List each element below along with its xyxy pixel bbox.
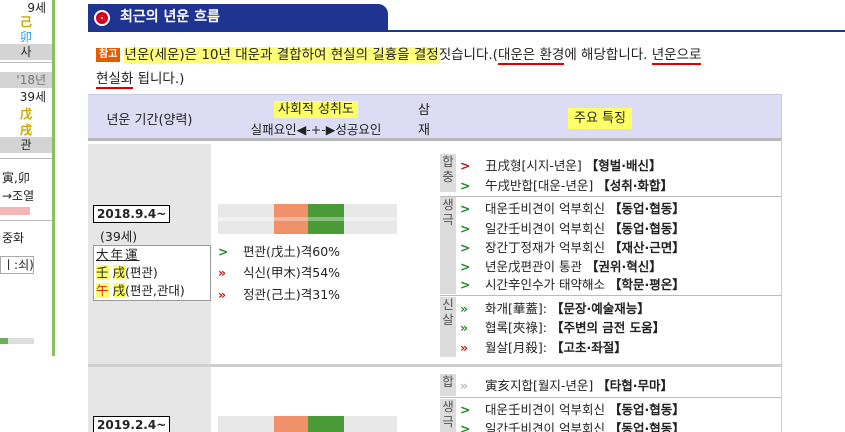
feature-item: > 년운戊편관이 통관 【권위·혁신】: [460, 257, 662, 277]
chevron-right-icon: >: [460, 240, 470, 255]
note-underline: 대운은 환경: [497, 47, 565, 65]
chevron-right-icon: >: [460, 158, 470, 173]
feature-item: » 협록[夾祿]: 【주변의 금전 도움】: [460, 318, 665, 338]
sidebar-bar: [0, 338, 34, 344]
sidebar-text: ㅣ:쇠): [0, 256, 34, 274]
chevron-right-icon: >: [460, 421, 470, 432]
sidebar-text: →조열: [2, 189, 35, 203]
ganji-box: 大年運 壬 戌(편관) 午 戌(편관,관대): [93, 245, 211, 301]
sidebar-divider: [0, 158, 52, 159]
sidebar-text: 寅,卯: [2, 171, 30, 185]
chevron-right-icon: >: [460, 402, 470, 417]
table-border: [781, 94, 782, 432]
col-samjae: 삼: [418, 103, 430, 118]
chevron-right-icon: >: [460, 201, 470, 216]
section-title: 최근의 년운 흐름: [120, 9, 220, 25]
group-label-hap: 합: [440, 374, 456, 396]
score-item: » 식신(甲木)격54%: [218, 263, 340, 283]
chevron-right-icon: >: [460, 277, 470, 292]
sidebar-bar: [0, 207, 30, 215]
period-date[interactable]: 2019.2.4~: [93, 416, 171, 432]
col-achieve-sub: 실패요인◀-+-▶성공요인: [250, 122, 382, 137]
sidebar-year: '18년: [0, 72, 52, 88]
double-chevron-icon: »: [460, 301, 468, 316]
feature-item: » 월살[月殺]: 【고초·좌절】: [460, 338, 627, 358]
sidebar-label: 사: [0, 44, 52, 60]
feature-item: » 화개[華蓋]: 【문장·예술재능】: [460, 299, 650, 319]
double-chevron-icon: »: [460, 320, 468, 335]
feature-item: » 寅亥지합[월지-년운] 【타협·무마】: [460, 376, 673, 396]
col-features: 주요 특징: [568, 107, 632, 129]
section-header: 최근의 년운 흐름: [88, 4, 388, 31]
sidebar-branch: 卯: [19, 30, 32, 44]
note-text: 됩니다.): [133, 71, 185, 87]
period-age: (39세): [100, 229, 138, 244]
col-achieve: 사회적 성취도: [211, 98, 421, 118]
sidebar-stem: 己: [19, 15, 32, 29]
sidebar-divider: [0, 220, 52, 221]
chevron-right-icon: >: [218, 244, 228, 259]
note-underline: 년운으로: [651, 47, 702, 65]
feature-item: > 午戌반합[대운-년운] 【성취·화합】: [460, 176, 673, 196]
sidebar-branch-2: 戌: [19, 123, 32, 137]
ganji-title: 大年運: [96, 247, 140, 262]
score-item: » 정관(己土)격31%: [218, 285, 340, 305]
double-chevron-icon: »: [460, 378, 468, 393]
note-highlight: 년운(세운)은 10년 대운과 결합하여 현실의 길흉을 결정: [124, 47, 439, 63]
sidebar-label-2: 관: [0, 137, 52, 153]
group-separator: [440, 295, 781, 296]
sidebar-divider: [0, 62, 52, 63]
ganji-line: 午 戌(편관,관대): [96, 283, 185, 298]
feature-item: > 대운壬비견이 억부회신 【동업·협동】: [460, 199, 685, 219]
feature-item: > 장간丁정재가 억부회신 【재산·근면】: [460, 238, 685, 258]
feature-item: > 일간壬비견이 억부회신 【동업·협동】: [460, 219, 685, 239]
feature-item: > 일간壬비견이 억부회신 【동업·협동】: [460, 419, 685, 432]
double-chevron-icon: »: [218, 287, 226, 302]
target-icon: [94, 10, 110, 26]
sidebar-text: 중화: [2, 231, 25, 245]
header-rule: [88, 30, 845, 32]
sidebar-panel: 9세 己 卯 사 '18년 39세 戊 戌 관 寅,卯 →조열 중화 ㅣ:쇠): [0, 0, 55, 356]
col-samjae: 재: [418, 123, 430, 138]
group-label-sinsal: 신살: [440, 297, 456, 357]
chevron-right-icon: >: [460, 221, 470, 236]
main-content: 최근의 년운 흐름 참고 년운(세운)은 10년 대운과 결합하여 현실의 길흉을…: [88, 0, 845, 432]
score-item: > 편관(戊土)격60%: [218, 242, 340, 262]
ganji-line: 壬 戌(편관): [96, 265, 158, 280]
group-label-saenggeuk: 생극: [440, 399, 456, 432]
group-separator: [440, 397, 781, 398]
achievement-bar: [218, 204, 397, 234]
double-chevron-icon: »: [218, 265, 226, 280]
note-text: 짓습니다.(: [438, 47, 498, 63]
sidebar-age-2: 39세: [19, 90, 46, 104]
group-label-saenggeuk: 생극: [440, 197, 456, 294]
achievement-bar: [218, 416, 397, 432]
chevron-right-icon: >: [460, 259, 470, 274]
note-tag: 참고: [96, 48, 121, 62]
col-period: 년운 기간(양력): [106, 113, 193, 128]
group-label-hapchung: 합충: [440, 154, 456, 192]
chevron-right-icon: >: [460, 178, 470, 193]
note-underline: 현실화: [96, 71, 134, 89]
sidebar-stem-2: 戊: [19, 107, 32, 121]
group-separator: [440, 196, 781, 197]
table-header: 년운 기간(양력) 사회적 성취도 실패요인◀-+-▶성공요인 삼 재 주요 특…: [88, 94, 781, 141]
feature-item: > 대운壬비견이 억부회신 【동업·협동】: [460, 400, 685, 420]
feature-item: > 丑戌형[시지-년운] 【형벌·배신】: [460, 156, 662, 176]
double-chevron-icon: »: [460, 340, 468, 355]
note-text: 에 해당합니다.: [564, 47, 652, 63]
info-note: 참고 년운(세운)은 10년 대운과 결합하여 현실의 길흉을 결정짓습니다.(대…: [96, 43, 841, 91]
feature-item: > 시간辛인수가 태약해소 【학문·평온】: [460, 275, 685, 295]
period-date[interactable]: 2018.9.4~: [93, 205, 171, 223]
